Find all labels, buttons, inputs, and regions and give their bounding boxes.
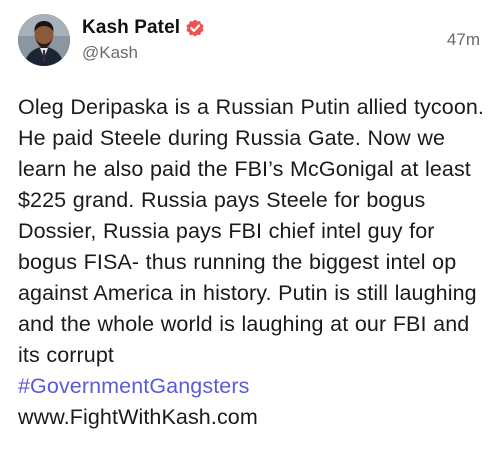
post-body-text: Oleg Deripaska is a Russian Putin allied… [18, 95, 485, 367]
post-timestamp[interactable]: 47m [447, 30, 480, 50]
author-handle[interactable]: @Kash [82, 43, 205, 63]
avatar-image [18, 14, 70, 66]
author-avatar[interactable] [18, 14, 70, 66]
post-card: Kash Patel @Kash 47m Oleg Deripaska is a… [0, 0, 500, 450]
hashtag-link[interactable]: #GovernmentGangsters [18, 371, 488, 402]
author-names: Kash Patel @Kash [82, 17, 205, 63]
post-header: Kash Patel @Kash [18, 14, 482, 66]
author-display-name[interactable]: Kash Patel [82, 17, 180, 39]
website-link[interactable]: www.FightWithKash.com [18, 402, 488, 433]
verified-badge-icon [185, 18, 205, 38]
name-row: Kash Patel [82, 17, 205, 39]
post-body: Oleg Deripaska is a Russian Putin allied… [18, 92, 488, 433]
